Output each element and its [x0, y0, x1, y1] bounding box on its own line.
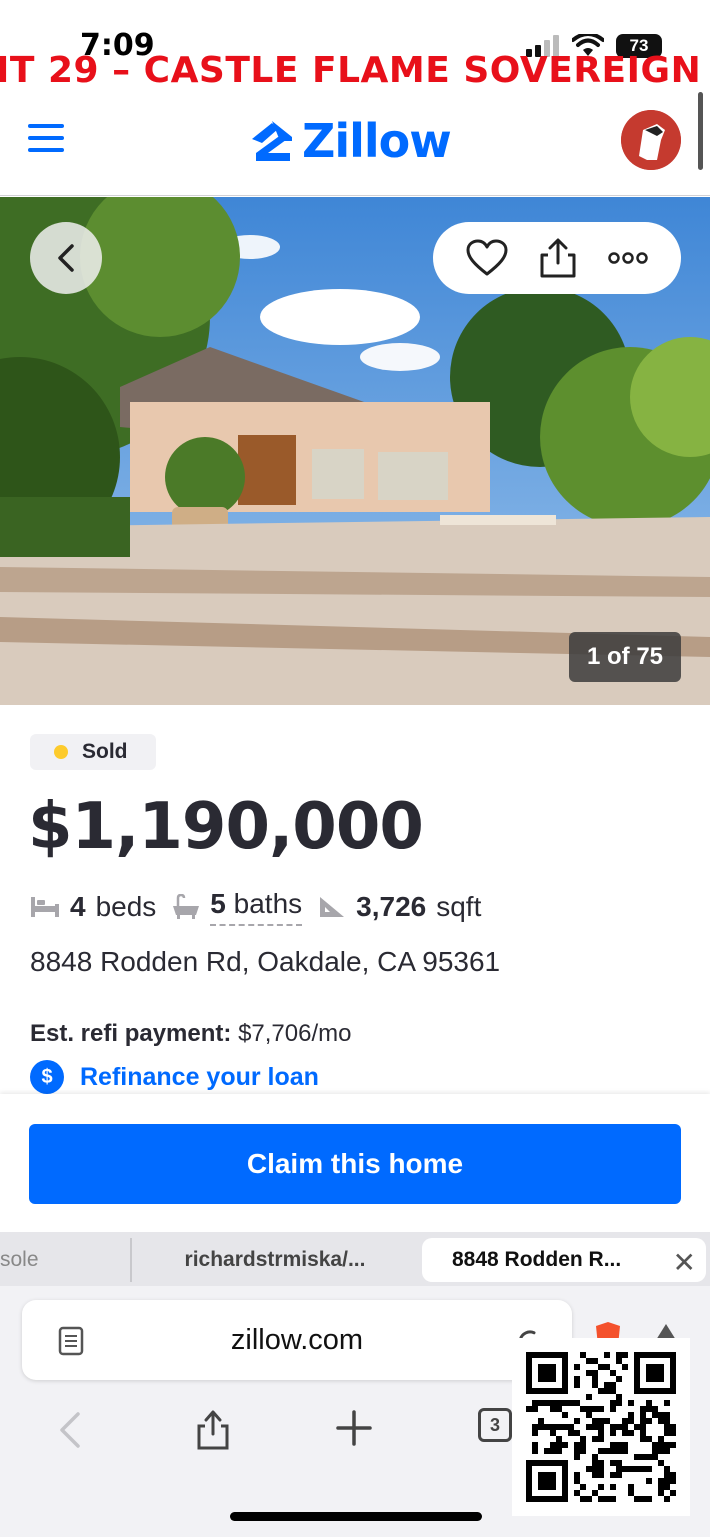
- cta-bar: Claim this home: [0, 1094, 710, 1232]
- status-dot-icon: [54, 745, 68, 759]
- share-icon[interactable]: [196, 1410, 230, 1450]
- beds-value: 4: [70, 891, 86, 922]
- close-icon[interactable]: ✕: [673, 1246, 696, 1279]
- beds-fact: 4 beds: [30, 891, 156, 923]
- url-text: zillow.com: [230, 1324, 364, 1356]
- status-label: Sold: [82, 740, 128, 763]
- back-chevron-icon: [58, 244, 74, 272]
- page-scrollbar[interactable]: [698, 92, 703, 170]
- home-facts: 4 beds 5 baths 3,726 sqft: [30, 888, 497, 926]
- new-tab-icon[interactable]: [336, 1410, 372, 1446]
- sqft-label: sqft: [436, 891, 482, 922]
- overlay-banner: IT 29 – CASTLE FLAME SOVEREIGN S: [0, 50, 710, 91]
- zillow-logo-icon: [252, 121, 292, 161]
- baths-text: 5 baths: [210, 888, 303, 926]
- baths-value: 5: [210, 888, 226, 919]
- baths-fact[interactable]: 5 baths: [172, 888, 303, 926]
- site-header: Zillow: [0, 92, 710, 196]
- sqft-value: 3,726: [356, 891, 427, 922]
- tab-count: 3: [489, 1414, 500, 1435]
- beds-label: beds: [95, 891, 157, 922]
- status-badge: Sold: [30, 734, 156, 770]
- listing-price: $1,190,000: [28, 790, 424, 864]
- claim-home-button[interactable]: Claim this home: [29, 1124, 681, 1204]
- home-indicator: [230, 1512, 482, 1521]
- back-button[interactable]: [30, 222, 102, 294]
- photo-counter[interactable]: 1 of 75: [569, 632, 681, 682]
- browser-tab-active[interactable]: 8848 Rodden R... ✕: [422, 1238, 706, 1282]
- avatar[interactable]: [621, 110, 681, 170]
- refi-value: $7,706/mo: [238, 1020, 352, 1047]
- status-bar: 7:09 73 IT 29 – CASTLE FLAME SOVEREIGN S: [0, 0, 710, 91]
- back-arrow-icon[interactable]: [58, 1410, 82, 1450]
- bed-icon: [31, 897, 59, 917]
- sqft-icon: [320, 897, 345, 917]
- logo-text: Zillow: [302, 114, 452, 168]
- dollar-icon: $: [30, 1060, 64, 1094]
- tab-count-button[interactable]: 3: [478, 1408, 512, 1442]
- more-icon[interactable]: [608, 251, 648, 265]
- avatar-image-icon: [621, 110, 681, 170]
- share-icon[interactable]: [538, 237, 578, 279]
- listing-address: 8848 Rodden Rd, Oakdale, CA 95361: [30, 946, 501, 977]
- baths-label: baths: [233, 888, 303, 919]
- browser-tab-strip: sole richardstrmiska/... 8848 Rodden R..…: [0, 1232, 710, 1286]
- bath-icon: [173, 894, 200, 919]
- refinance-link-label: Refinance your loan: [80, 1062, 319, 1091]
- qr-code: [512, 1338, 690, 1516]
- browser-tab[interactable]: richardstrmiska/...: [130, 1238, 418, 1282]
- browser-tab[interactable]: sole: [0, 1238, 128, 1282]
- refi-label: Est. refi payment:: [30, 1020, 232, 1047]
- sqft-fact: 3,726 sqft: [318, 891, 481, 923]
- photo-actions: [433, 222, 681, 294]
- zillow-logo[interactable]: Zillow: [250, 114, 452, 168]
- active-tab-title: 8848 Rodden R...: [452, 1248, 622, 1271]
- hamburger-icon[interactable]: [28, 124, 64, 154]
- qr-code-icon: [526, 1352, 676, 1502]
- refinance-link[interactable]: $ Refinance your loan: [30, 1060, 319, 1094]
- address-bar[interactable]: zillow.com: [22, 1300, 572, 1380]
- refi-payment: Est. refi payment: $7,706/mo: [30, 1020, 351, 1048]
- heart-icon[interactable]: [466, 239, 508, 277]
